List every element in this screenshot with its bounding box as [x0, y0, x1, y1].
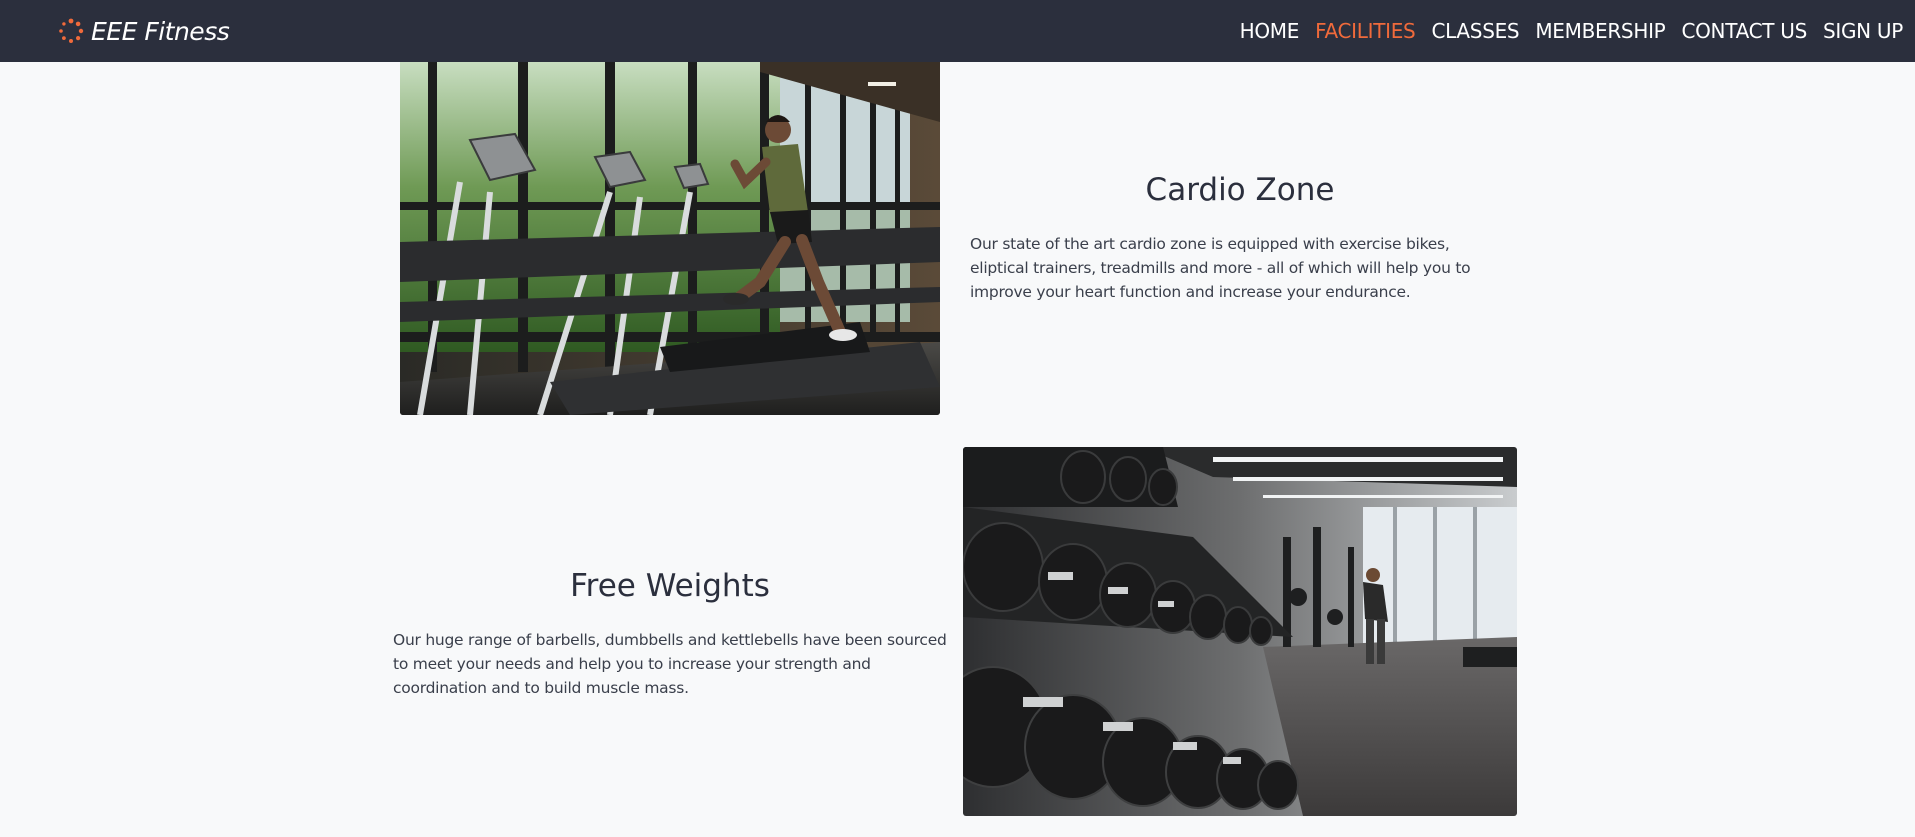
- treadmills-photo: [400, 52, 940, 415]
- free-weights-title: Free Weights: [570, 568, 770, 604]
- nav-home[interactable]: HOME: [1240, 19, 1300, 43]
- cardio-zone-description: Our state of the art cardio zone is equi…: [970, 235, 1471, 301]
- brand-link[interactable]: EEE Fitness: [58, 0, 230, 62]
- top-navbar: EEE Fitness HOME FACILITIES CLASSES MEMB…: [0, 0, 1915, 62]
- nav-classes[interactable]: CLASSES: [1431, 19, 1519, 43]
- nav-facilities[interactable]: FACILITIES: [1315, 19, 1416, 43]
- nav-contact-us[interactable]: CONTACT US: [1681, 19, 1807, 43]
- nav-membership[interactable]: MEMBERSHIP: [1535, 19, 1665, 43]
- spinner-dots-icon: [59, 18, 84, 43]
- brand-name: EEE Fitness: [91, 16, 230, 46]
- cardio-zone-title: Cardio Zone: [1145, 172, 1335, 208]
- free-weights-description: Our huge range of barbells, dumbbells an…: [393, 631, 947, 697]
- nav-menu: HOME FACILITIES CLASSES MEMBERSHIP CONTA…: [1224, 0, 1904, 62]
- dumbbell-rack-photo: [963, 447, 1517, 816]
- nav-sign-up[interactable]: SIGN UP: [1823, 19, 1903, 43]
